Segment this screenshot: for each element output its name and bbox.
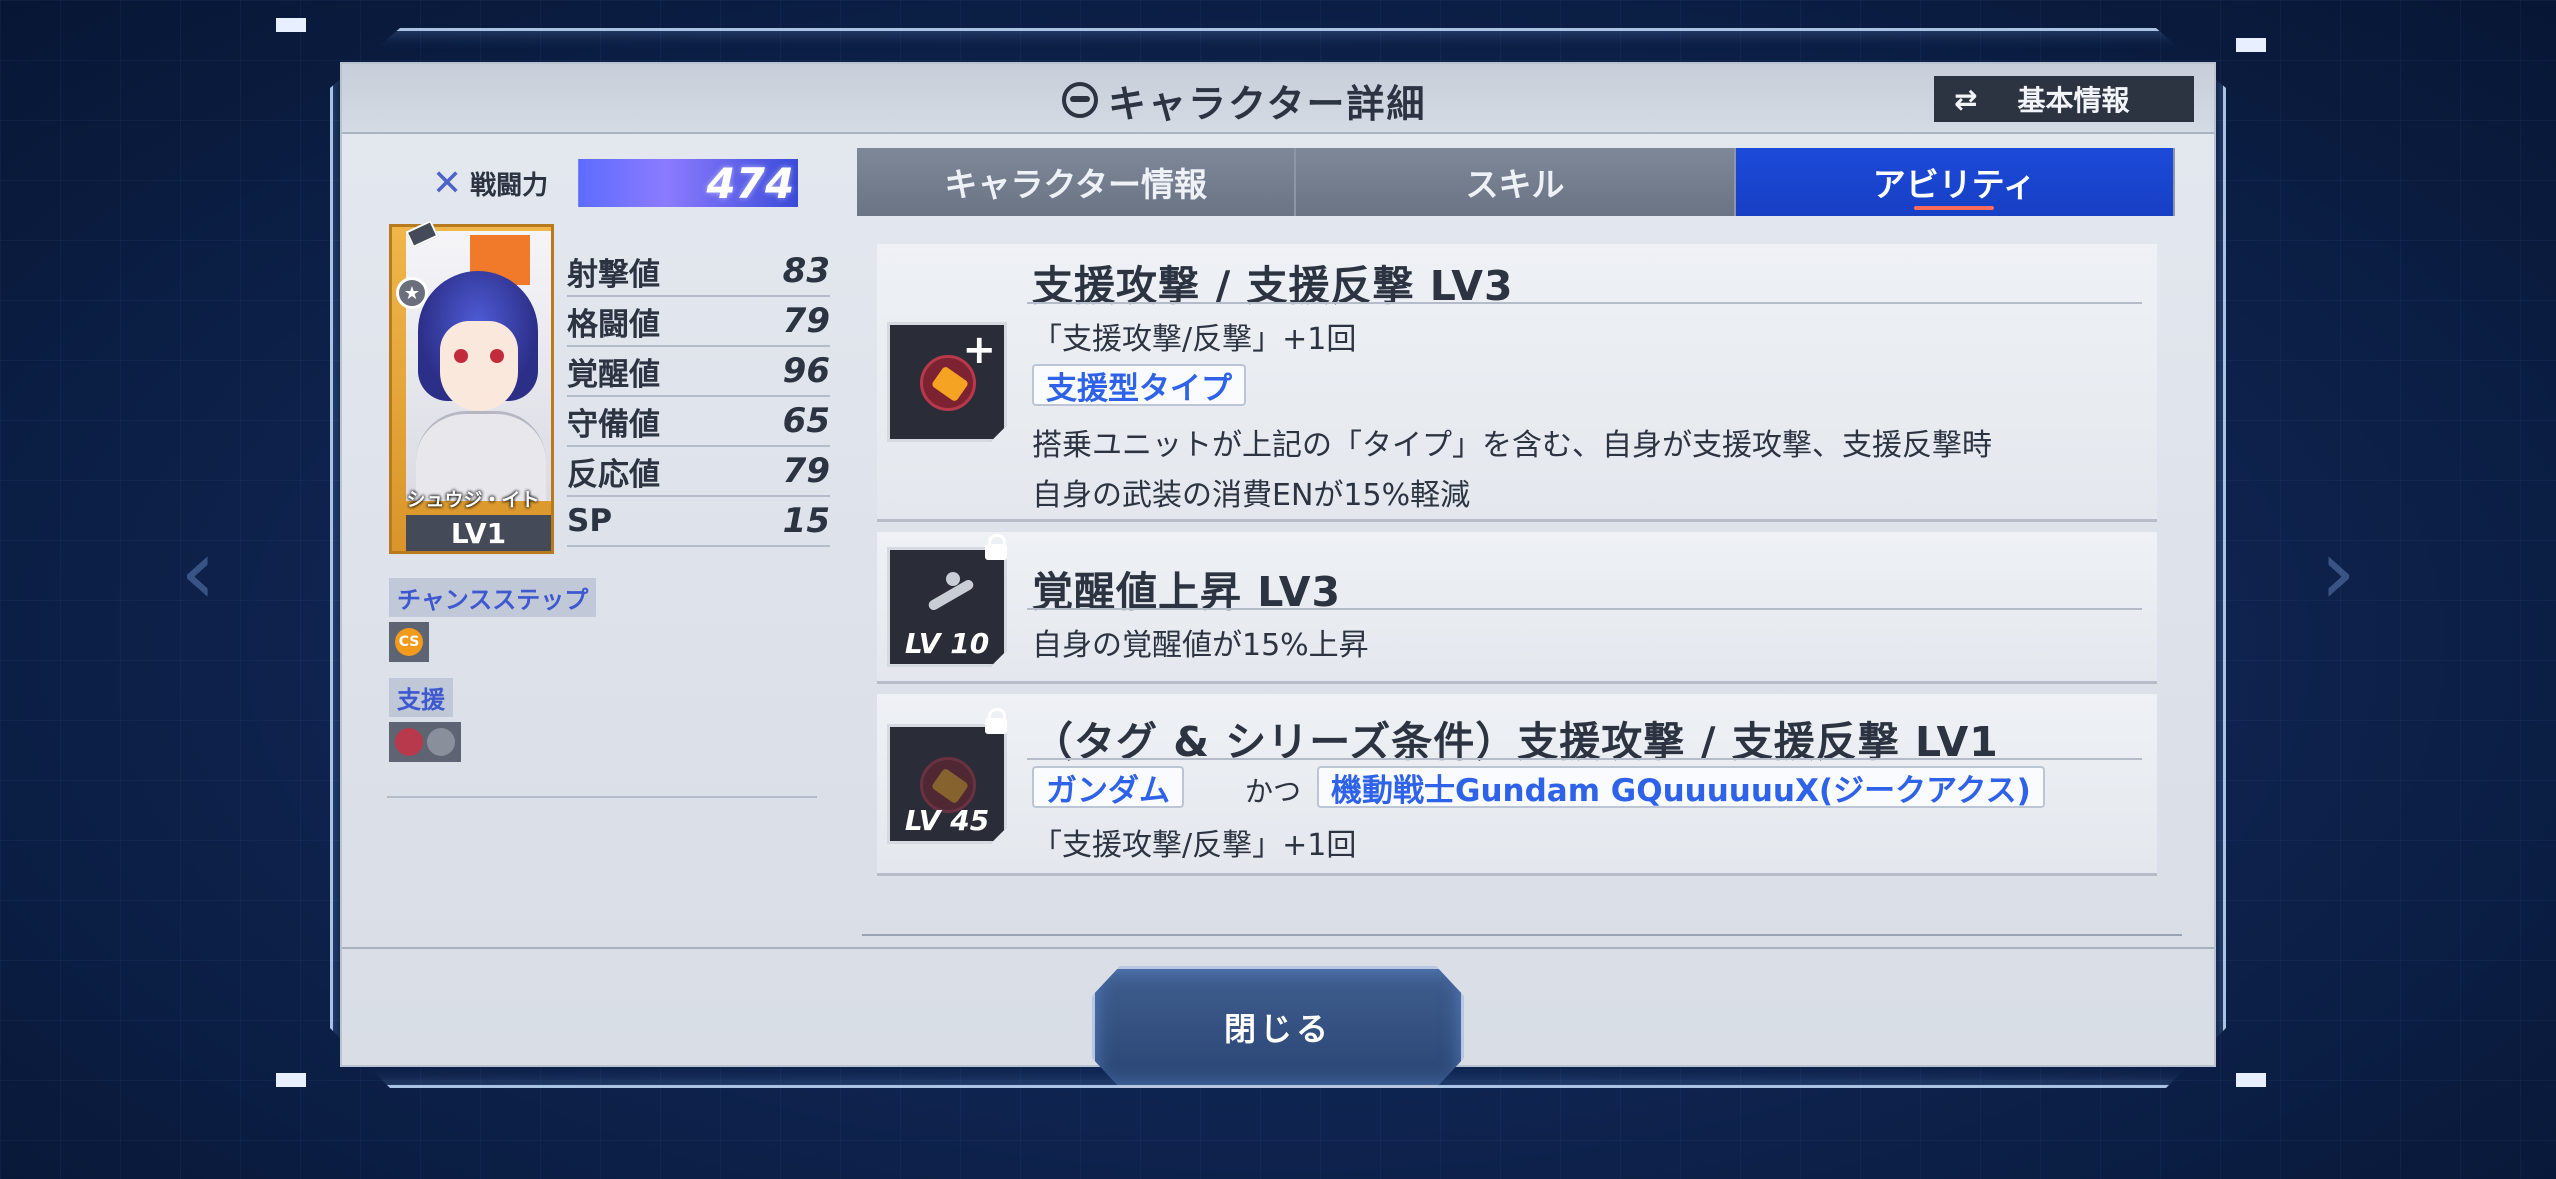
ability-item[interactable]: LV 10 覚醒値上昇 LV3 自身の覚醒値が15%上昇 [877, 532, 2157, 684]
ability-title-divider [1027, 302, 2142, 304]
combat-power-row: ✕ 戦闘力 474 [432, 158, 799, 208]
basic-info-button[interactable]: ⇄ 基本情報 [1934, 76, 2194, 122]
character-portrait [406, 231, 551, 501]
character-detail-panel: キャラクター詳細 ⇄ 基本情報 ✕ 戦闘力 474 ★ シュウジ・イト LV1 … [340, 62, 2216, 1067]
tab-label: キャラクター情報 [944, 165, 1207, 204]
frame-corner-mark [276, 18, 306, 32]
tab-label: アビリティ [1872, 165, 2036, 204]
stat-label: 射撃値 [567, 256, 660, 293]
unlock-level: LV 10 [904, 627, 990, 660]
stat-value: 79 [782, 301, 830, 341]
support-attack-ability-icon: + [887, 322, 1007, 442]
tag-gundam: ガンダム [1032, 766, 1184, 809]
ability-description: 搭乗ユニットが上記の「タイプ」を含む、自身が支援攻撃、支援反撃時 [1032, 428, 1992, 463]
frame-corner-mark [276, 1073, 306, 1087]
frame-corner-mark [2236, 1073, 2266, 1087]
tab-ability[interactable]: アビリティ [1735, 148, 2175, 216]
awakening-ability-icon: LV 10 [887, 547, 1007, 667]
stat-label: 覚醒値 [567, 356, 660, 393]
chance-step-label: チャンスステップ [389, 578, 597, 617]
support-defense-icon [427, 728, 455, 756]
stat-row: SP 15 [567, 497, 830, 547]
stat-value: 83 [782, 251, 830, 291]
stat-label: SP [567, 503, 613, 539]
ability-description: 自身の覚醒値が15%上昇 [1032, 628, 1369, 663]
ability-item[interactable]: LV 45 （タグ & シリーズ条件）支援攻撃 / 支援反撃 LV1 ガンダム … [877, 694, 2157, 876]
lock-icon [985, 534, 1007, 560]
stat-row: 覚醒値 96 [567, 347, 830, 397]
page-title: キャラクター詳細 [1062, 72, 1426, 128]
combat-power-value: 474 [706, 158, 795, 208]
star-badge-icon: ★ [396, 277, 428, 309]
next-arrow-icon[interactable]: › [2320, 520, 2356, 625]
tag-series: 機動戦士Gundam GQuuuuuuX(ジークアクス) [1317, 766, 2045, 809]
combat-power-bar: 474 [578, 158, 799, 208]
stat-row: 格闘値 79 [567, 297, 830, 347]
unlock-level: LV 45 [904, 804, 990, 837]
previous-arrow-icon[interactable]: ‹ [180, 520, 216, 625]
ability-effect: 「支援攻撃/反撃」+1回 [1032, 828, 1357, 863]
ability-description: 自身の武装の消費ENが15%軽減 [1032, 478, 1471, 513]
close-button[interactable]: 閉じる [1092, 966, 1464, 1088]
ability-effect: 「支援攻撃/反撃」+1回 [1032, 322, 1357, 357]
runner-icon [916, 572, 986, 632]
ability-title-divider [1027, 758, 2142, 760]
support-attack-ability-icon: LV 45 [887, 724, 1007, 844]
combat-power-label: 戦闘力 [470, 170, 549, 201]
close-button-label: 閉じる [1223, 1010, 1332, 1048]
active-tab-indicator [1914, 206, 1995, 210]
support-attack-icon [395, 728, 423, 756]
frame-corner-mark [2236, 38, 2266, 52]
plus-icon: + [962, 327, 996, 373]
stat-value: 79 [782, 451, 830, 491]
crossed-swords-icon: ✕ [432, 162, 463, 204]
content-divider [862, 934, 2182, 936]
support-icons[interactable] [389, 722, 461, 762]
tab-character-info[interactable]: キャラクター情報 [857, 148, 1297, 216]
basic-info-label: 基本情報 [2017, 84, 2130, 117]
stat-value: 96 [782, 351, 830, 391]
support-label: 支援 [389, 678, 453, 717]
stat-row: 反応値 79 [567, 447, 830, 497]
header-bar: キャラクター詳細 ⇄ 基本情報 [342, 64, 2214, 134]
shuffle-icon: ⇄ [1954, 82, 1978, 116]
character-name: シュウジ・イト [406, 489, 540, 511]
type-tag: 支援型タイプ [1032, 364, 1246, 407]
lock-icon [985, 708, 1007, 734]
stat-label: 守備値 [567, 406, 660, 443]
chance-step-icon: CS [395, 628, 423, 656]
left-divider [387, 796, 817, 798]
stat-label: 反応値 [567, 456, 660, 493]
stats-list: 射撃値 83 格闘値 79 覚醒値 96 守備値 65 反応値 79 SP 15 [567, 247, 830, 547]
tab-bar: キャラクター情報 スキル アビリティ [857, 148, 2175, 216]
ability-item[interactable]: + 支援攻撃 / 支援反撃 LV3 「支援攻撃/反撃」+1回 支援型タイプ 搭乗… [877, 244, 2157, 522]
stat-label: 格闘値 [567, 306, 660, 343]
page-title-text: キャラクター詳細 [1108, 81, 1427, 126]
portrait-face [440, 321, 518, 411]
portrait-eye [490, 349, 504, 363]
portrait-eye [454, 349, 468, 363]
character-level: LV1 [406, 515, 551, 551]
character-helmet-icon [1062, 82, 1098, 118]
stat-value: 65 [782, 401, 830, 441]
stat-value: 15 [782, 501, 830, 541]
tab-skill[interactable]: スキル [1296, 148, 1736, 216]
stat-row: 守備値 65 [567, 397, 830, 447]
ability-title-divider [1027, 608, 2142, 610]
conjunction-text: かつ [1245, 775, 1302, 808]
footer-divider [342, 947, 2214, 949]
tab-label: スキル [1465, 165, 1565, 204]
stat-row: 射撃値 83 [567, 247, 830, 297]
character-card[interactable]: ★ シュウジ・イト LV1 [389, 219, 554, 554]
chance-step-icons[interactable]: CS [389, 622, 429, 662]
